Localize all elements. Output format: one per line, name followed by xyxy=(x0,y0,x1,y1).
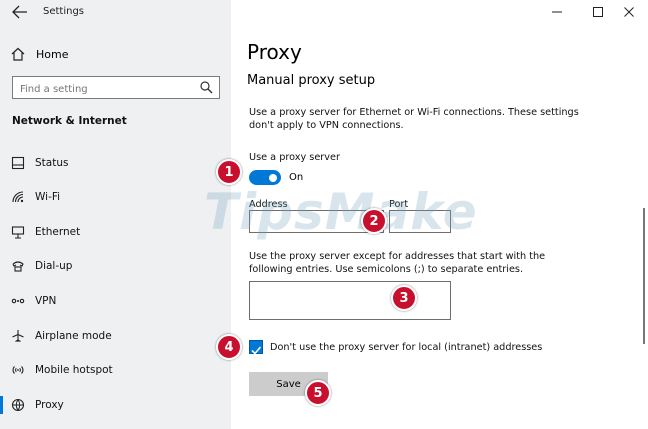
sidebar-item-label: VPN xyxy=(35,295,57,307)
sidebar-item-status[interactable]: Status xyxy=(0,151,231,175)
home-icon xyxy=(11,47,25,61)
app-title: Settings xyxy=(43,6,85,17)
annotation-badge-5: 5 xyxy=(305,380,331,406)
port-input[interactable] xyxy=(390,213,450,234)
annotation-badge-2: 2 xyxy=(361,208,387,234)
page-title: Proxy xyxy=(247,40,302,64)
search-box[interactable] xyxy=(12,76,220,100)
address-label: Address xyxy=(249,199,288,210)
sidebar: Settings Home Network & Internet Status xyxy=(0,0,231,429)
vpn-icon xyxy=(11,298,25,304)
sidebar-item-vpn[interactable]: VPN xyxy=(0,289,231,313)
maximize-icon[interactable] xyxy=(592,6,604,18)
home-label: Home xyxy=(36,47,69,61)
use-proxy-label: Use a proxy server xyxy=(249,152,340,163)
sidebar-item-proxy[interactable]: Proxy xyxy=(0,393,231,417)
annotation-badge-4: 4 xyxy=(216,334,242,360)
annotation-badge-1: 1 xyxy=(216,159,242,185)
section-title: Manual proxy setup xyxy=(247,73,376,88)
sidebar-item-mobile-hotspot[interactable]: Mobile hotspot xyxy=(0,358,231,382)
back-arrow-icon[interactable] xyxy=(12,5,28,19)
proxy-description: Use a proxy server for Ethernet or Wi-Fi… xyxy=(249,107,579,131)
ethernet-icon xyxy=(11,226,25,239)
minimize-icon[interactable] xyxy=(551,6,563,18)
home-nav-item[interactable]: Home xyxy=(10,44,68,64)
airplane-icon xyxy=(12,330,24,342)
sidebar-item-wifi[interactable]: Wi-Fi xyxy=(0,185,231,209)
dialup-icon xyxy=(12,261,24,272)
sidebar-item-label: Status xyxy=(35,157,69,169)
sidebar-item-label: Ethernet xyxy=(35,226,81,238)
main-content: Proxy Manual proxy setup Use a proxy ser… xyxy=(231,0,648,429)
checkmark-icon xyxy=(251,346,262,355)
toggle-state-label: On xyxy=(289,172,304,183)
wifi-icon xyxy=(12,191,24,203)
port-field[interactable] xyxy=(389,210,451,234)
sidebar-item-label: Airplane mode xyxy=(35,330,112,342)
exceptions-field[interactable] xyxy=(249,281,451,320)
toggle-knob xyxy=(269,173,277,182)
status-icon xyxy=(11,156,25,170)
search-input[interactable] xyxy=(13,79,193,100)
close-icon[interactable] xyxy=(623,6,635,18)
scrollbar[interactable] xyxy=(643,208,645,344)
sidebar-item-label: Dial-up xyxy=(35,260,73,272)
sidebar-item-ethernet[interactable]: Ethernet xyxy=(0,220,231,244)
sidebar-item-dialup[interactable]: Dial-up xyxy=(0,254,231,278)
sidebar-item-label: Proxy xyxy=(35,399,64,411)
exceptions-description: Use the proxy server except for addresse… xyxy=(249,251,546,275)
title-bar: Settings xyxy=(0,0,231,26)
search-icon[interactable] xyxy=(200,81,213,94)
sidebar-section-title: Network & Internet xyxy=(12,115,127,127)
port-label: Port xyxy=(389,199,409,210)
exceptions-textarea[interactable] xyxy=(250,282,450,319)
sidebar-item-label: Wi-Fi xyxy=(35,191,61,203)
bypass-local-checkbox[interactable] xyxy=(249,340,263,355)
proxy-icon xyxy=(11,398,25,412)
use-proxy-toggle[interactable] xyxy=(249,170,281,185)
annotation-badge-3: 3 xyxy=(391,285,417,311)
bypass-local-label: Don't use the proxy server for local (in… xyxy=(270,342,543,353)
sidebar-item-airplane-mode[interactable]: Airplane mode xyxy=(0,324,231,348)
sidebar-item-label: Mobile hotspot xyxy=(35,364,113,376)
hotspot-icon xyxy=(12,366,24,374)
